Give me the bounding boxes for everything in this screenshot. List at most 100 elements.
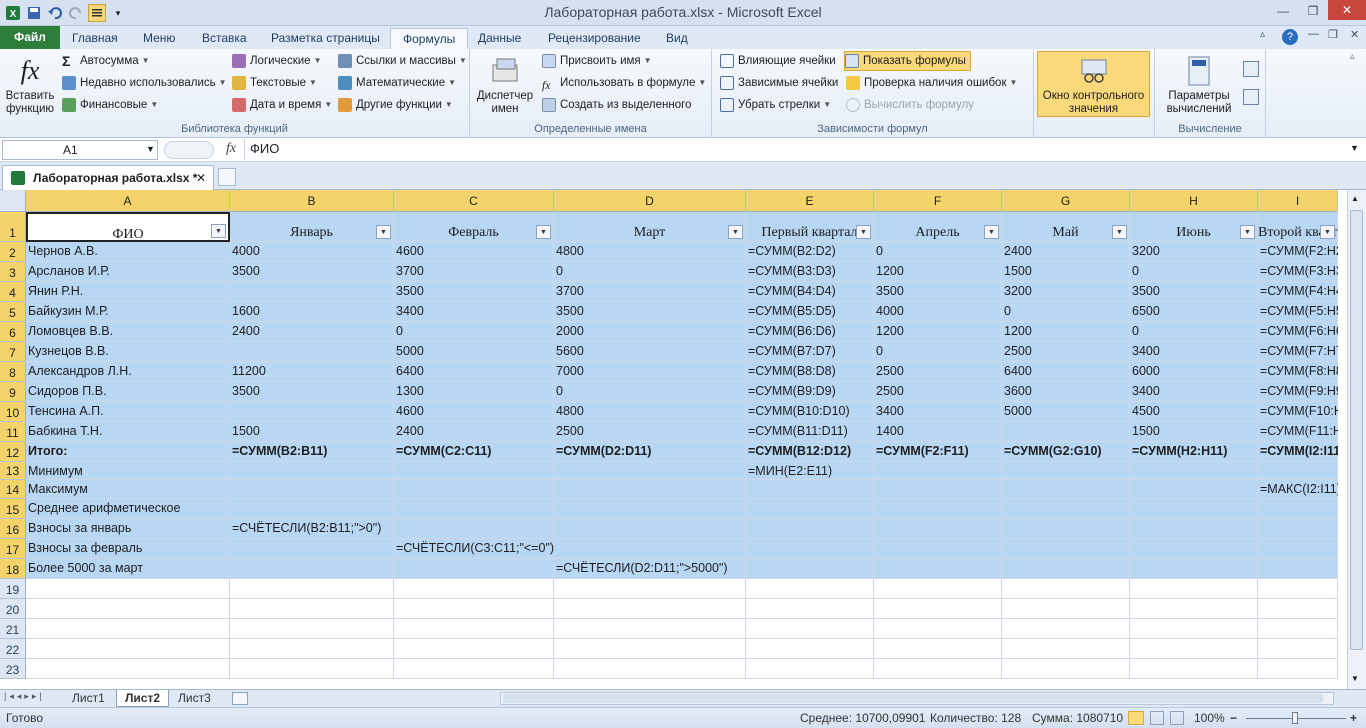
cell-g2[interactable]: 2400 xyxy=(1002,242,1130,262)
row-header-17[interactable]: 17 xyxy=(0,539,26,559)
filter-dropdown-icon[interactable]: ▼ xyxy=(1320,225,1335,239)
cell-h15[interactable] xyxy=(1130,499,1258,519)
cell-d1[interactable]: Март ▼ xyxy=(554,212,746,242)
cell-g14[interactable] xyxy=(1002,480,1130,499)
close-icon[interactable]: ✕ xyxy=(1328,0,1366,20)
cell-a1[interactable]: ФИО ▼ xyxy=(26,212,230,242)
cell-f4[interactable]: 3500 xyxy=(874,282,1002,302)
cell-d13[interactable] xyxy=(554,462,746,480)
recent-functions-button[interactable]: Недавно использовались ▼ xyxy=(62,73,227,93)
cell-d17[interactable] xyxy=(554,539,746,559)
text-functions-button[interactable]: Текстовые ▼ xyxy=(232,73,317,93)
h-scroll-thumb[interactable] xyxy=(503,694,1323,703)
cell-g12[interactable]: =СУММ(G2:G10) xyxy=(1002,442,1130,462)
cell-b20[interactable] xyxy=(230,599,394,619)
lookup-button[interactable]: Ссылки и массивы ▼ xyxy=(338,51,467,71)
cell-c3[interactable]: 3700 xyxy=(394,262,554,282)
cell-c13[interactable] xyxy=(394,462,554,480)
tab-review[interactable]: Рецензирование xyxy=(540,28,649,49)
row-header-20[interactable]: 20 xyxy=(0,599,26,619)
tab-file[interactable]: Файл xyxy=(0,26,60,49)
wb-close-icon[interactable]: ✕ xyxy=(1350,28,1359,41)
cell-c5[interactable]: 3400 xyxy=(394,302,554,322)
cell-a22[interactable] xyxy=(26,639,230,659)
row-header-15[interactable]: 15 xyxy=(0,499,26,519)
cell-i21[interactable] xyxy=(1258,619,1338,639)
cell-a7[interactable]: Кузнецов В.В. xyxy=(26,342,230,362)
row-header-21[interactable]: 21 xyxy=(0,619,26,639)
cell-h5[interactable]: 6500 xyxy=(1130,302,1258,322)
cell-b23[interactable] xyxy=(230,659,394,679)
cell-f22[interactable] xyxy=(874,639,1002,659)
row-header-4[interactable]: 4 xyxy=(0,282,26,302)
cell-b15[interactable] xyxy=(230,499,394,519)
cell-g15[interactable] xyxy=(1002,499,1130,519)
cell-d3[interactable]: 0 xyxy=(554,262,746,282)
cell-a17[interactable]: Взносы за февраль xyxy=(26,539,230,559)
cell-c14[interactable] xyxy=(394,480,554,499)
filter-dropdown-icon[interactable]: ▼ xyxy=(728,225,743,239)
cell-b13[interactable] xyxy=(230,462,394,480)
cell-e3[interactable]: =СУММ(B3:D3) xyxy=(746,262,874,282)
wb-restore-icon[interactable]: ❐ xyxy=(1328,28,1338,41)
workbook-tab[interactable]: Лабораторная работа.xlsx * ✕ xyxy=(2,165,214,190)
cell-b4[interactable] xyxy=(230,282,394,302)
cell-b22[interactable] xyxy=(230,639,394,659)
cell-d5[interactable]: 3500 xyxy=(554,302,746,322)
cell-i10[interactable]: =СУММ(F10:H10) xyxy=(1258,402,1338,422)
cell-d15[interactable] xyxy=(554,499,746,519)
cell-h23[interactable] xyxy=(1130,659,1258,679)
cell-d8[interactable]: 7000 xyxy=(554,362,746,382)
cell-i13[interactable] xyxy=(1258,462,1338,480)
show-formulas-button[interactable]: Показать формулы xyxy=(844,51,971,71)
cell-d21[interactable] xyxy=(554,619,746,639)
cell-i15[interactable] xyxy=(1258,499,1338,519)
cell-h22[interactable] xyxy=(1130,639,1258,659)
cell-h4[interactable]: 3500 xyxy=(1130,282,1258,302)
column-header-b[interactable]: B xyxy=(230,190,394,212)
row-header-5[interactable]: 5 xyxy=(0,302,26,322)
cell-d4[interactable]: 3700 xyxy=(554,282,746,302)
cell-d18[interactable]: =СЧЁТЕСЛИ(D2:D11;">5000") xyxy=(554,559,746,579)
cell-c16[interactable] xyxy=(394,519,554,539)
cell-a23[interactable] xyxy=(26,659,230,679)
cell-b9[interactable]: 3500 xyxy=(230,382,394,402)
cell-a10[interactable]: Тенсина А.П. xyxy=(26,402,230,422)
cell-f10[interactable]: 3400 xyxy=(874,402,1002,422)
cell-b10[interactable] xyxy=(230,402,394,422)
watch-window-button[interactable]: Окно контрольного значения xyxy=(1037,51,1150,117)
cell-c4[interactable]: 3500 xyxy=(394,282,554,302)
fx-button-icon[interactable]: fx xyxy=(226,141,236,157)
cell-a21[interactable] xyxy=(26,619,230,639)
cell-f12[interactable]: =СУММ(F2:F11) xyxy=(874,442,1002,462)
name-manager-button[interactable]: Диспетчер имен xyxy=(474,55,536,116)
cell-d23[interactable] xyxy=(554,659,746,679)
cell-a8[interactable]: Александров Л.Н. xyxy=(26,362,230,382)
cell-e1[interactable]: Первый квартал ▼ xyxy=(746,212,874,242)
cell-a16[interactable]: Взносы за январь xyxy=(26,519,230,539)
cell-g3[interactable]: 1500 xyxy=(1002,262,1130,282)
financial-button[interactable]: Финансовые ▼ xyxy=(62,95,158,115)
new-tab-icon[interactable] xyxy=(218,168,236,186)
filter-dropdown-icon[interactable]: ▼ xyxy=(211,224,226,238)
cell-b16[interactable]: =СЧЁТЕСЛИ(B2:B11;">0") xyxy=(230,519,394,539)
cell-e20[interactable] xyxy=(746,599,874,619)
row-header-2[interactable]: 2 xyxy=(0,242,26,262)
cell-d11[interactable]: 2500 xyxy=(554,422,746,442)
cell-e23[interactable] xyxy=(746,659,874,679)
cell-b8[interactable]: 11200 xyxy=(230,362,394,382)
row-header-6[interactable]: 6 xyxy=(0,322,26,342)
trace-precedents-button[interactable]: Влияющие ячейки xyxy=(720,51,836,71)
cell-f9[interactable]: 2500 xyxy=(874,382,1002,402)
zoom-level[interactable]: 100% xyxy=(1194,708,1225,728)
close-tab-icon[interactable]: ✕ xyxy=(196,166,206,190)
cell-a9[interactable]: Сидоров П.В. xyxy=(26,382,230,402)
cell-f5[interactable]: 4000 xyxy=(874,302,1002,322)
insert-sheet-icon[interactable] xyxy=(232,692,248,705)
zoom-in-icon[interactable]: + xyxy=(1350,708,1357,728)
row-header-13[interactable]: 13 xyxy=(0,462,26,480)
column-header-e[interactable]: E xyxy=(746,190,874,212)
cell-i7[interactable]: =СУММ(F7:H7) xyxy=(1258,342,1338,362)
cell-g10[interactable]: 5000 xyxy=(1002,402,1130,422)
minimize-icon[interactable]: — xyxy=(1268,0,1298,22)
